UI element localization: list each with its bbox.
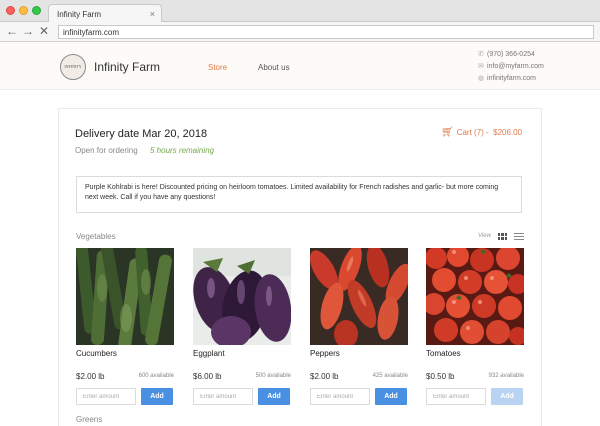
amount-input-peppers[interactable] (310, 388, 370, 405)
nav-about-link[interactable]: About us (258, 63, 290, 72)
contact-website[interactable]: ◍ infinityfarm.com (478, 74, 536, 82)
add-button-eggplant[interactable]: Add (258, 388, 290, 405)
site-header: INFINITY Infinity Farm Store About us ✆(… (0, 42, 600, 90)
window-minimize-button[interactable] (19, 6, 28, 15)
product-name-cucumbers: Cucumbers (76, 349, 117, 358)
product-name-peppers: Peppers (310, 349, 340, 358)
product-price-cucumbers: $2.00 lb (76, 372, 105, 381)
delivery-date-title: Delivery date Mar 20, 2018 (75, 128, 208, 140)
time-remaining: 5 hours remaining (150, 146, 215, 155)
list-view-icon[interactable] (514, 233, 524, 240)
amount-input-eggplant[interactable] (193, 388, 253, 405)
product-name-tomatoes: Tomatoes (426, 349, 461, 358)
window-close-button[interactable] (6, 6, 15, 15)
cart-icon: 🛒︎ (441, 127, 454, 138)
phone-icon: ✆ (478, 51, 484, 58)
stop-icon[interactable]: ✕ (39, 24, 49, 38)
section-vegetables: Vegetables (76, 232, 116, 241)
window-zoom-button[interactable] (32, 6, 41, 15)
amount-input-tomatoes[interactable] (426, 388, 486, 405)
farm-logo[interactable]: INFINITY (60, 54, 86, 80)
add-button-tomatoes[interactable]: Add (491, 388, 523, 405)
tab-title: Infinity Farm (57, 10, 102, 19)
cart-total: $206.00 (493, 128, 523, 137)
product-photo-tomatoes[interactable] (426, 248, 524, 345)
nav-store-link[interactable]: Store (208, 63, 227, 72)
contact-email[interactable]: ✉ info@myfarm.com (478, 62, 544, 70)
section-greens: Greens (76, 415, 103, 424)
back-arrow-icon[interactable]: ← (6, 24, 18, 38)
product-price-eggplant: $6.00 lb (193, 372, 222, 381)
product-price-peppers: $2.00 lb (310, 372, 339, 381)
cucumbers-image (76, 248, 174, 345)
product-photo-cucumbers[interactable] (76, 248, 174, 345)
amount-input-cucumbers[interactable] (76, 388, 136, 405)
order-status: Open for ordering (75, 146, 138, 155)
forward-arrow-icon[interactable]: → (22, 24, 34, 38)
product-available-peppers: 425 available (372, 373, 408, 379)
brand-name[interactable]: Infinity Farm (94, 60, 160, 74)
product-available-cucumbers: 600 available (138, 373, 174, 379)
cart-count: Cart (7) - (456, 128, 489, 137)
view-label: View (478, 233, 491, 239)
mail-icon: ✉ (478, 63, 484, 70)
product-name-eggplant: Eggplant (193, 349, 225, 358)
grid-view-icon[interactable] (498, 233, 507, 240)
tab-close-icon[interactable]: × (150, 9, 155, 19)
address-bar[interactable]: infinityfarm.com (58, 25, 594, 39)
announcement-box: Purple Kohlrabi is here! Discounted pric… (76, 176, 522, 213)
globe-icon: ◍ (478, 75, 485, 82)
add-button-peppers[interactable]: Add (375, 388, 407, 405)
product-available-eggplant: 500 available (255, 373, 291, 379)
product-available-tomatoes: 932 available (488, 373, 524, 379)
peppers-image (310, 248, 408, 345)
add-button-cucumbers[interactable]: Add (141, 388, 173, 405)
tomatoes-image (426, 248, 524, 345)
product-photo-peppers[interactable] (310, 248, 408, 345)
product-photo-eggplant[interactable] (193, 248, 291, 345)
cart-link[interactable]: 🛒︎ Cart (7) - $206.00 (441, 127, 522, 138)
eggplant-image (193, 248, 291, 345)
contact-phone: ✆ (970) 366-0254 (478, 51, 535, 58)
browser-titlebar: Infinity Farm × (0, 0, 600, 23)
browser-toolbar: ← → ✕ infinityfarm.com (0, 22, 600, 42)
product-price-tomatoes: $0.50 lb (426, 372, 455, 381)
browser-tab[interactable]: Infinity Farm × (48, 4, 162, 23)
